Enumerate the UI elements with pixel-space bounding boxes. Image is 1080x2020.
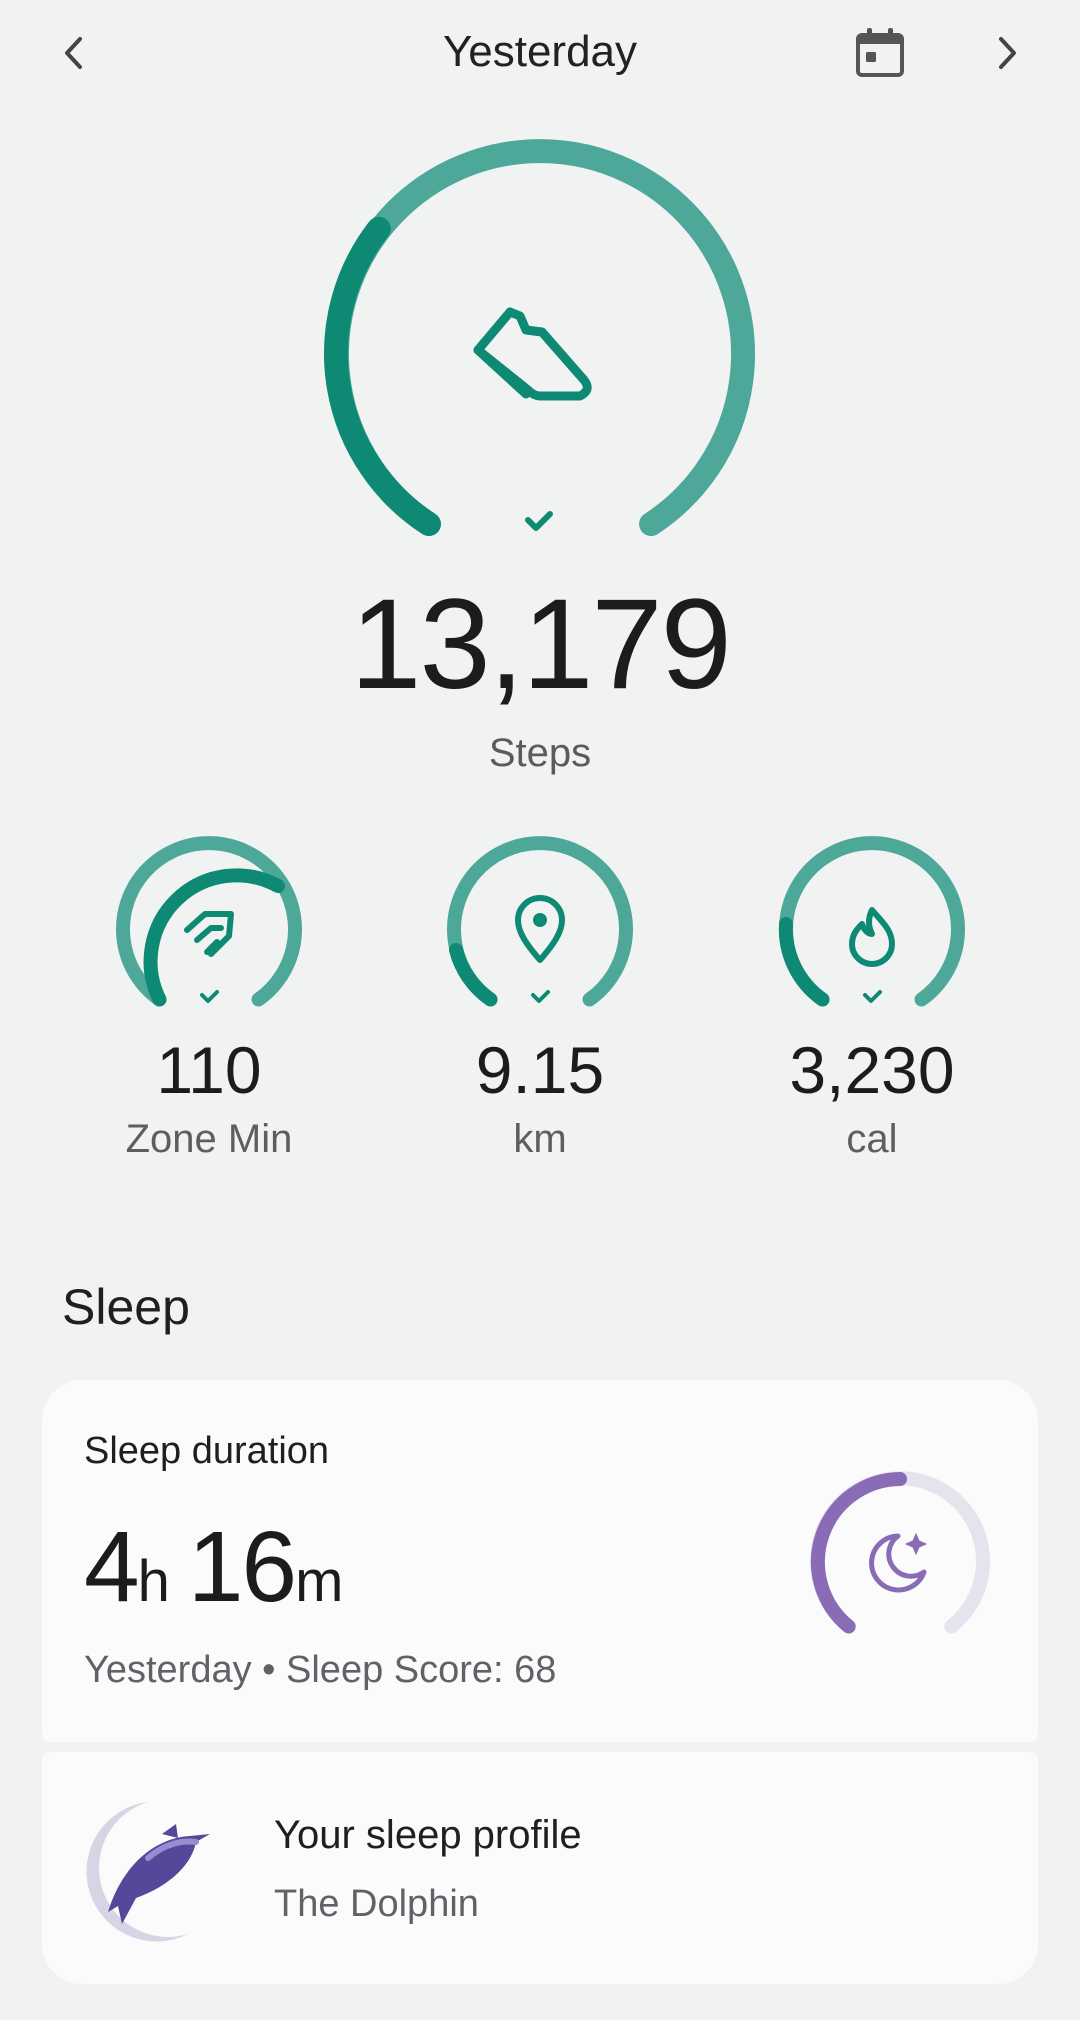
shoe-icon (473, 307, 592, 401)
flame-icon (849, 907, 895, 967)
sleep-minutes: 16 (187, 1511, 297, 1623)
location-pin-icon (515, 895, 565, 963)
steps-ring[interactable] (310, 130, 770, 570)
calories-check-icon (863, 990, 882, 1003)
sleep-duration-card[interactable]: Sleep duration 4h 16m Yesterday • Sleep S… (42, 1380, 1038, 1742)
sleep-minutes-unit: m (295, 1549, 344, 1614)
sleep-duration-subtitle: Yesterday • Sleep Score: 68 (84, 1649, 557, 1691)
steps-ring-track (325, 139, 755, 537)
chevron-right-icon (999, 37, 1016, 69)
sleep-duration-title: Sleep duration (84, 1430, 330, 1472)
sleep-profile-name: The Dolphin (274, 1883, 479, 1925)
metric-distance[interactable]: 9.15 km (390, 830, 690, 1164)
dolphin-icon (86, 1802, 210, 1942)
goal-check-icon (525, 511, 553, 531)
next-day-button[interactable] (966, 13, 1046, 93)
zone-minutes-label: Zone Min (125, 1117, 293, 1161)
metric-zone-minutes[interactable]: 110 Zone Min (59, 830, 359, 1164)
sleep-hours-unit: h (137, 1549, 170, 1614)
steps-value: 13,179 (350, 573, 732, 716)
sleep-ring (810, 1471, 990, 1634)
zone-minutes-icon (184, 911, 234, 957)
zone-ring-progress (143, 868, 285, 1007)
calories-value: 3,230 (789, 1033, 955, 1107)
calendar-button[interactable] (840, 13, 920, 93)
moon-stars-icon (869, 1533, 927, 1593)
distance-value: 9.15 (475, 1033, 605, 1107)
sleep-section-title: Sleep (62, 1279, 190, 1335)
steps-label: Steps (488, 731, 592, 775)
sleep-duration-value: 4h 16m (84, 1512, 343, 1637)
calendar-icon (856, 28, 904, 77)
sleep-hours: 4 (84, 1511, 140, 1623)
zone-minutes-value: 110 (156, 1033, 262, 1107)
distance-label: km (513, 1117, 567, 1161)
calories-ring-progress (778, 917, 830, 1007)
calories-label: cal (846, 1117, 898, 1161)
distance-ring-progress (449, 943, 498, 1007)
sleep-profile-card[interactable]: Your sleep profile The Dolphin (42, 1752, 1038, 1984)
sleep-profile-title: Your sleep profile (274, 1813, 582, 1857)
zone-check-icon (200, 990, 219, 1003)
distance-check-icon (531, 990, 550, 1003)
metric-calories[interactable]: 3,230 cal (722, 830, 1022, 1164)
